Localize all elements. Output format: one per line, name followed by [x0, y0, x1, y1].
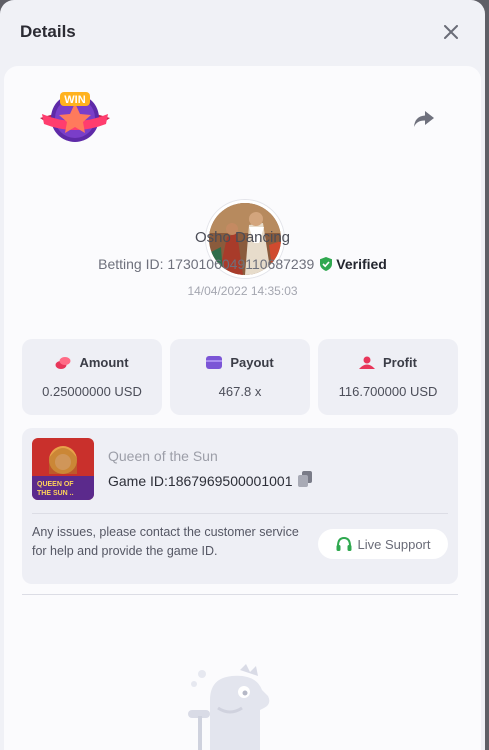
- shield-check-icon: [320, 257, 333, 271]
- dialog-title: Details: [20, 22, 76, 41]
- stat-profit: Profit 116.700000 USD: [318, 339, 458, 415]
- stat-payout-label: Payout: [230, 355, 274, 370]
- game-info-box: QUEEN OF THE SUN .. Queen of the Sun Gam…: [22, 428, 458, 584]
- svg-text:QUEEN OF: QUEEN OF: [37, 481, 74, 488]
- betting-id: Betting ID: 1730106049110687239: [98, 256, 315, 272]
- verified-badge: Verified: [320, 256, 387, 272]
- stat-amount-value: 0.25000000 USD: [42, 384, 142, 399]
- game-thumbnail[interactable]: QUEEN OF THE SUN ..: [32, 438, 94, 500]
- details-card: WIN Osho Dancing Betting ID: 17301060491…: [4, 66, 481, 750]
- wallet-icon: [206, 356, 223, 369]
- coins-icon: [55, 356, 71, 369]
- stat-profit-label: Profit: [383, 355, 417, 370]
- stat-payout: Payout 467.8 x: [170, 339, 310, 415]
- game-name[interactable]: Queen of the Sun: [108, 448, 218, 464]
- divider: [32, 513, 448, 514]
- stat-amount: Amount 0.25000000 USD: [22, 339, 162, 415]
- copy-icon[interactable]: [298, 471, 313, 490]
- dinosaur-mascot-icon: [180, 660, 290, 750]
- stat-profit-value: 116.700000 USD: [338, 384, 438, 399]
- live-support-label: Live Support: [357, 536, 431, 552]
- support-help-text: Any issues, please contact the customer …: [32, 525, 299, 558]
- profit-icon: [359, 356, 376, 369]
- dialog-header: Details: [0, 0, 485, 64]
- svg-text:THE SUN ..: THE SUN ..: [37, 490, 74, 497]
- betting-id-row: Betting ID: 1730106049110687239 Verified: [4, 256, 481, 272]
- details-dialog: Details WIN Osho Dancing Betting ID: 173…: [0, 0, 485, 750]
- bet-stats: Amount 0.25000000 USD Payout 467.8 x Pro…: [22, 339, 458, 415]
- bet-timestamp: 14/04/2022 14:35:03: [187, 284, 298, 298]
- game-id: Game ID:1867969500001001: [108, 472, 293, 489]
- share-icon[interactable]: [413, 110, 435, 133]
- stat-amount-label: Amount: [79, 355, 129, 370]
- live-support-button[interactable]: Live Support: [318, 529, 448, 559]
- game-id-row: Game ID:1867969500001001: [108, 471, 313, 490]
- win-badge-text: WIN: [64, 94, 85, 106]
- player-name: Osho Dancing: [194, 229, 291, 246]
- close-icon[interactable]: [441, 22, 461, 42]
- verified-label: Verified: [336, 256, 387, 272]
- headset-icon: [336, 536, 351, 551]
- divider: [22, 594, 458, 595]
- win-badge-icon: WIN: [38, 90, 112, 151]
- stat-payout-value: 467.8 x: [218, 384, 262, 399]
